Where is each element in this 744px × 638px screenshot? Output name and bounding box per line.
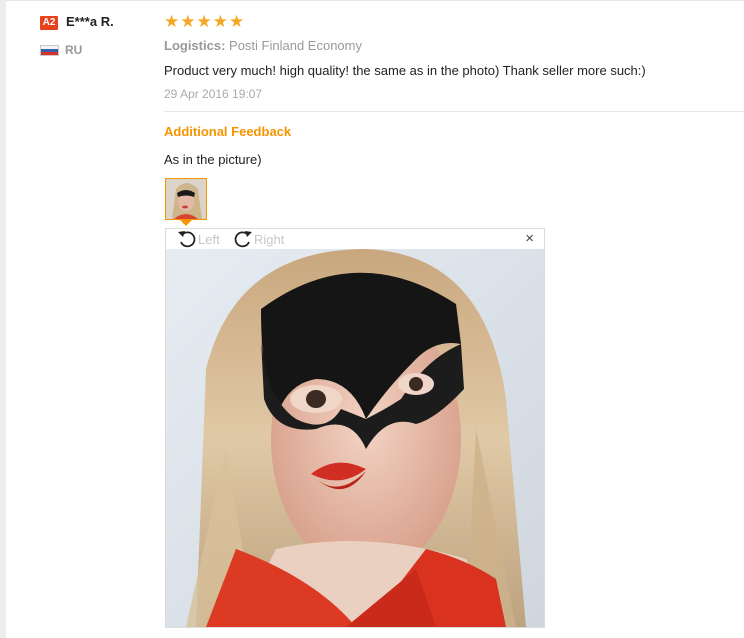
logistics-value: Posti Finland Economy [229, 38, 362, 53]
rotate-left-icon [176, 229, 198, 249]
reviewer-name[interactable]: E***a R. [66, 14, 114, 29]
viewer-toolbar: Left Right × [166, 229, 544, 249]
logistics-label: Logistics: [164, 38, 226, 53]
rotate-right-icon [232, 229, 254, 249]
review-date: 29 Apr 2016 19:07 [164, 87, 263, 101]
logistics-info: Logistics: Posti Finland Economy [164, 38, 362, 53]
thumbnail-image [166, 179, 206, 219]
photo-thumbnail[interactable] [165, 178, 207, 220]
photo-viewer: Left Right × [165, 228, 545, 628]
rotate-left-label: Left [198, 231, 220, 247]
review-text: Product very much! high quality! the sam… [164, 63, 646, 78]
additional-feedback-title: Additional Feedback [164, 124, 292, 139]
left-rail [0, 0, 6, 638]
review-photo-image [166, 249, 544, 627]
rotate-right-label: Right [254, 231, 285, 247]
feedback-divider [164, 111, 744, 112]
review-photo [166, 249, 544, 627]
reviewer-country: RU [65, 43, 83, 57]
close-icon[interactable]: × [525, 231, 534, 247]
star-rating: ★★★★★ [164, 12, 246, 31]
top-divider [6, 0, 744, 1]
additional-feedback-text: As in the picture) [164, 152, 262, 167]
rotate-left-button[interactable]: Left [176, 229, 220, 249]
level-badge: A2 [40, 16, 58, 30]
russia-flag-icon [40, 45, 59, 56]
thumbnail-pointer [180, 220, 192, 226]
rotate-right-button[interactable]: Right [232, 229, 284, 249]
